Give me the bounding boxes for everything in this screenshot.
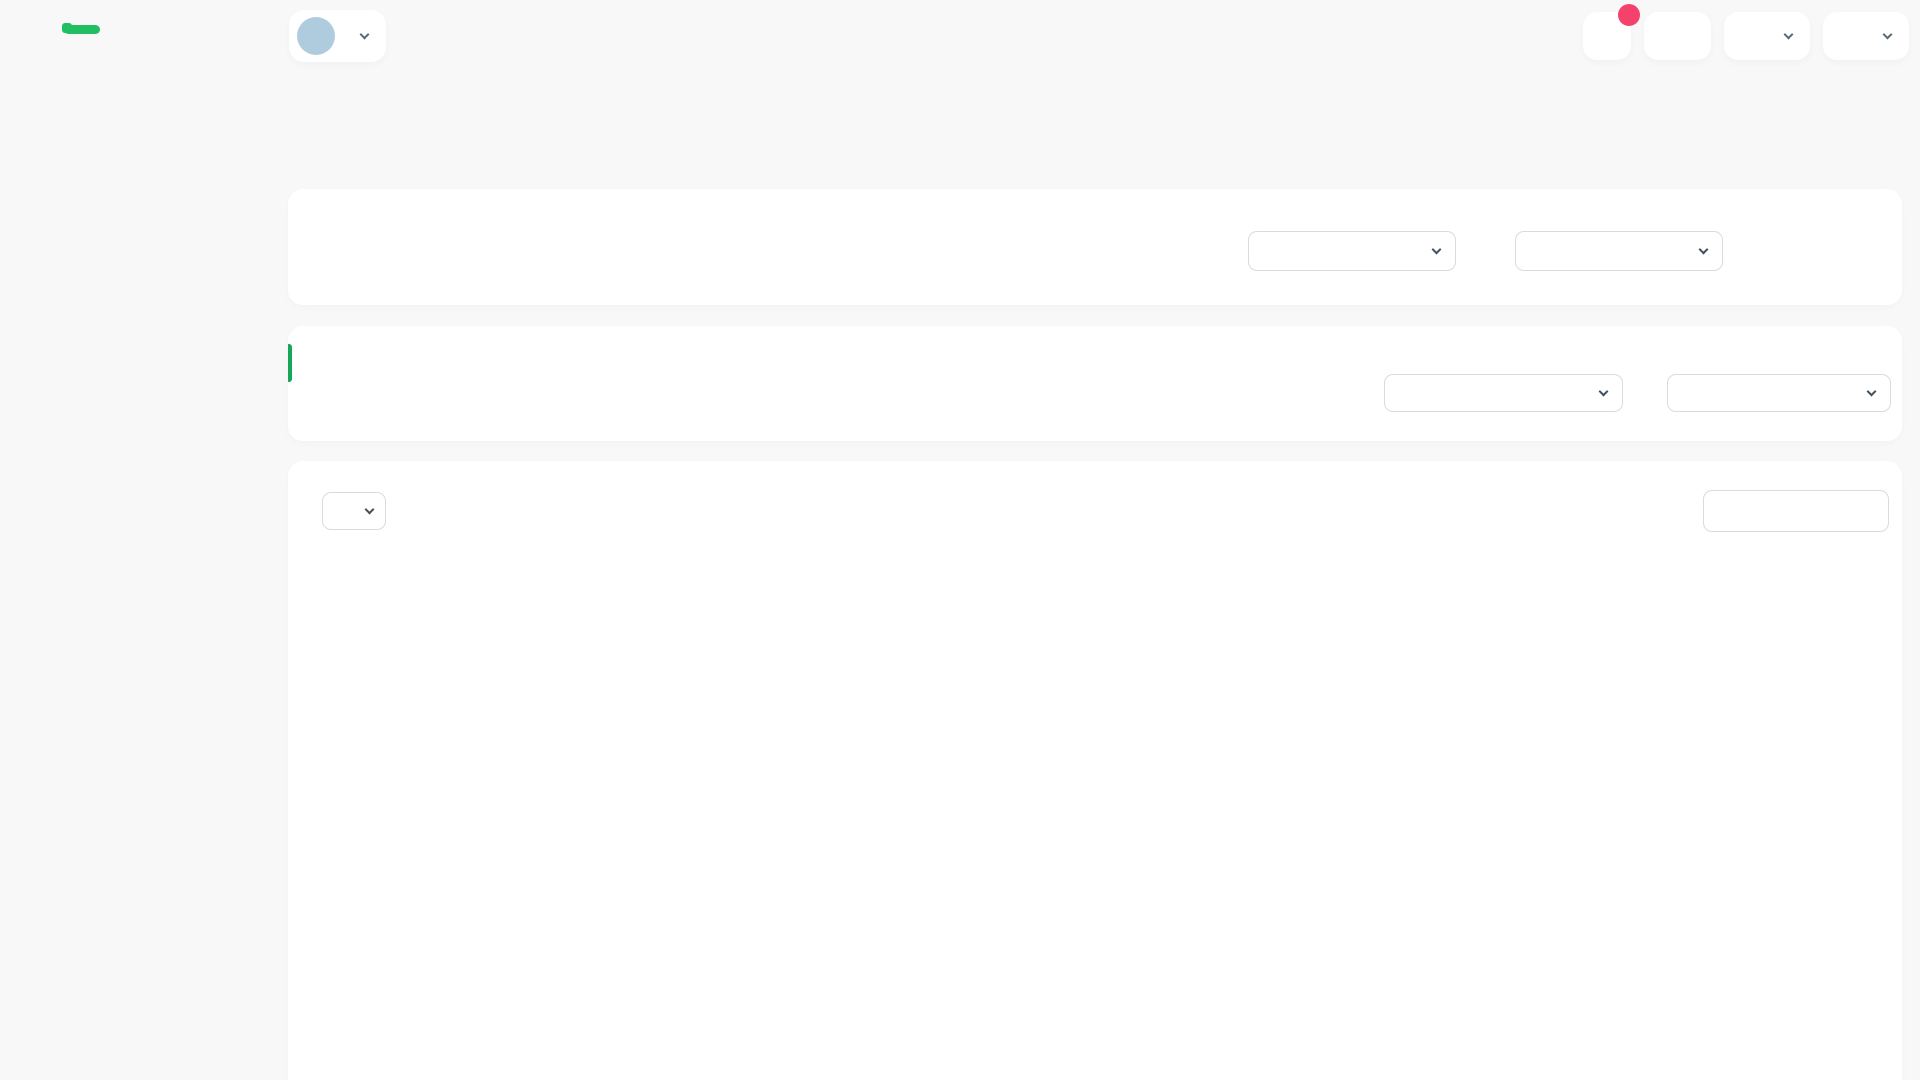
workspace-switcher[interactable]	[289, 10, 386, 62]
chevron-down-icon	[365, 505, 375, 515]
year-select[interactable]	[1515, 231, 1723, 271]
chevron-down-icon	[1867, 387, 1877, 397]
create-workspace-button[interactable]	[1644, 12, 1711, 60]
month-select[interactable]	[1248, 231, 1456, 271]
messages-count-badge	[1618, 4, 1640, 26]
chevron-down-icon	[360, 30, 370, 40]
language-selector[interactable]	[1823, 12, 1909, 60]
chevron-down-icon	[1784, 30, 1794, 40]
chevron-down-icon	[1599, 387, 1609, 397]
workdo-menu-button[interactable]	[1724, 12, 1810, 60]
find-month-select[interactable]	[1384, 374, 1623, 412]
globe-icon	[1841, 26, 1862, 47]
workspace-avatar	[297, 17, 335, 55]
find-employee-payslip-card	[288, 326, 1902, 441]
chevron-down-icon	[1432, 245, 1442, 255]
entries-per-page-select[interactable]	[322, 492, 386, 530]
chevron-down-icon	[1699, 245, 1709, 255]
payslip-table-card	[288, 461, 1902, 1080]
topbar-right-group	[1583, 12, 1909, 60]
plus-circle-icon	[1662, 26, 1683, 47]
app-logo[interactable]	[62, 22, 100, 34]
logo-dash-icon	[64, 25, 100, 34]
sidebar	[0, 0, 276, 1080]
find-year-select[interactable]	[1667, 374, 1891, 412]
search-input[interactable]	[1703, 490, 1889, 532]
card-accent-bar	[288, 344, 292, 382]
chevron-down-icon	[1883, 30, 1893, 40]
messages-button[interactable]	[1583, 12, 1631, 60]
payslip-filter-card	[288, 189, 1902, 305]
grid-plus-icon	[1742, 26, 1763, 47]
